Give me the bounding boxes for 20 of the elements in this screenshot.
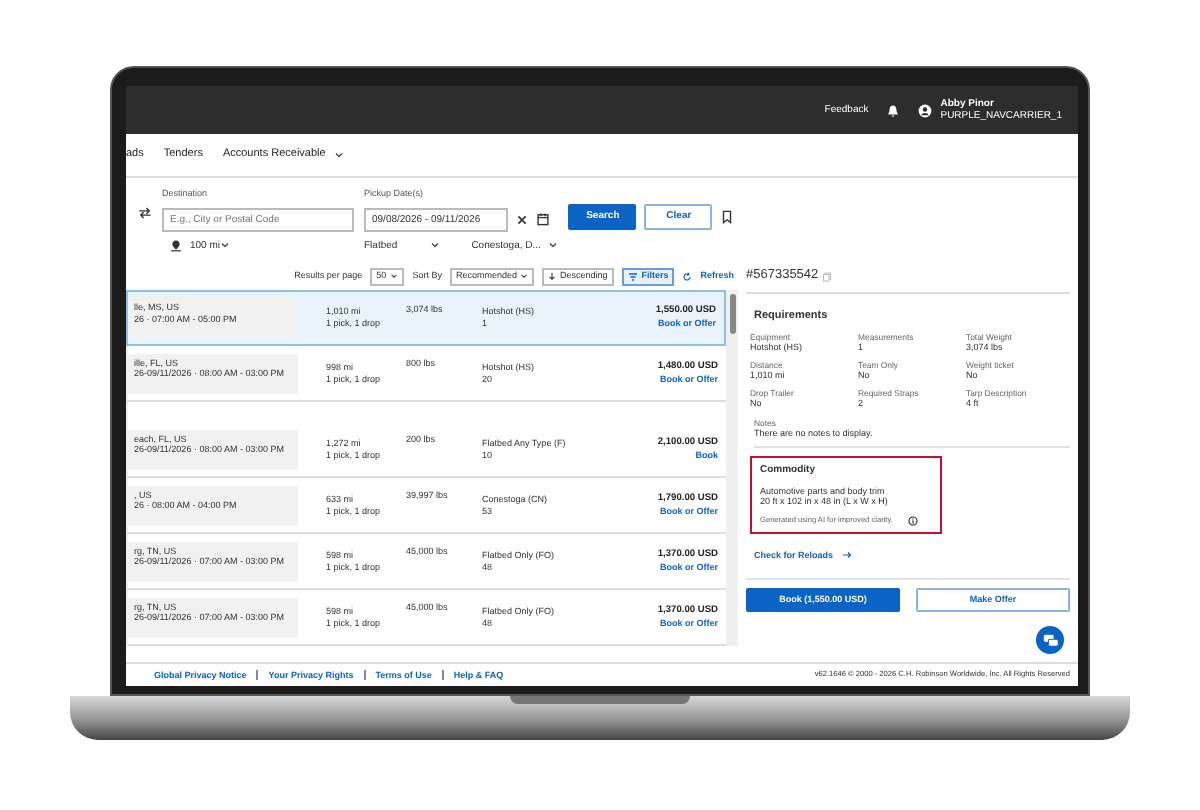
- caret-icon: [520, 272, 529, 280]
- refresh-icon: [682, 271, 693, 281]
- caret-icon: [390, 272, 399, 280]
- calendar-icon[interactable]: [536, 212, 550, 227]
- info-icon[interactable]: [908, 515, 919, 526]
- chat-button[interactable]: [1034, 624, 1066, 656]
- caret-icon: [220, 240, 231, 251]
- bell-icon[interactable]: [886, 103, 901, 117]
- swap-icon[interactable]: [138, 206, 152, 220]
- bookmark-icon[interactable]: [720, 210, 735, 224]
- chat-icon: [1041, 631, 1059, 649]
- caret-icon: [429, 240, 440, 251]
- user-icon[interactable]: [918, 103, 933, 117]
- caret-icon: [333, 150, 344, 160]
- caret-icon: [548, 240, 559, 251]
- clear-icon[interactable]: [516, 213, 528, 226]
- filter-icon: [627, 271, 638, 281]
- location-pin-icon: [170, 239, 182, 252]
- down-arrow-icon: [547, 272, 556, 280]
- arrow-right-icon: [841, 550, 852, 561]
